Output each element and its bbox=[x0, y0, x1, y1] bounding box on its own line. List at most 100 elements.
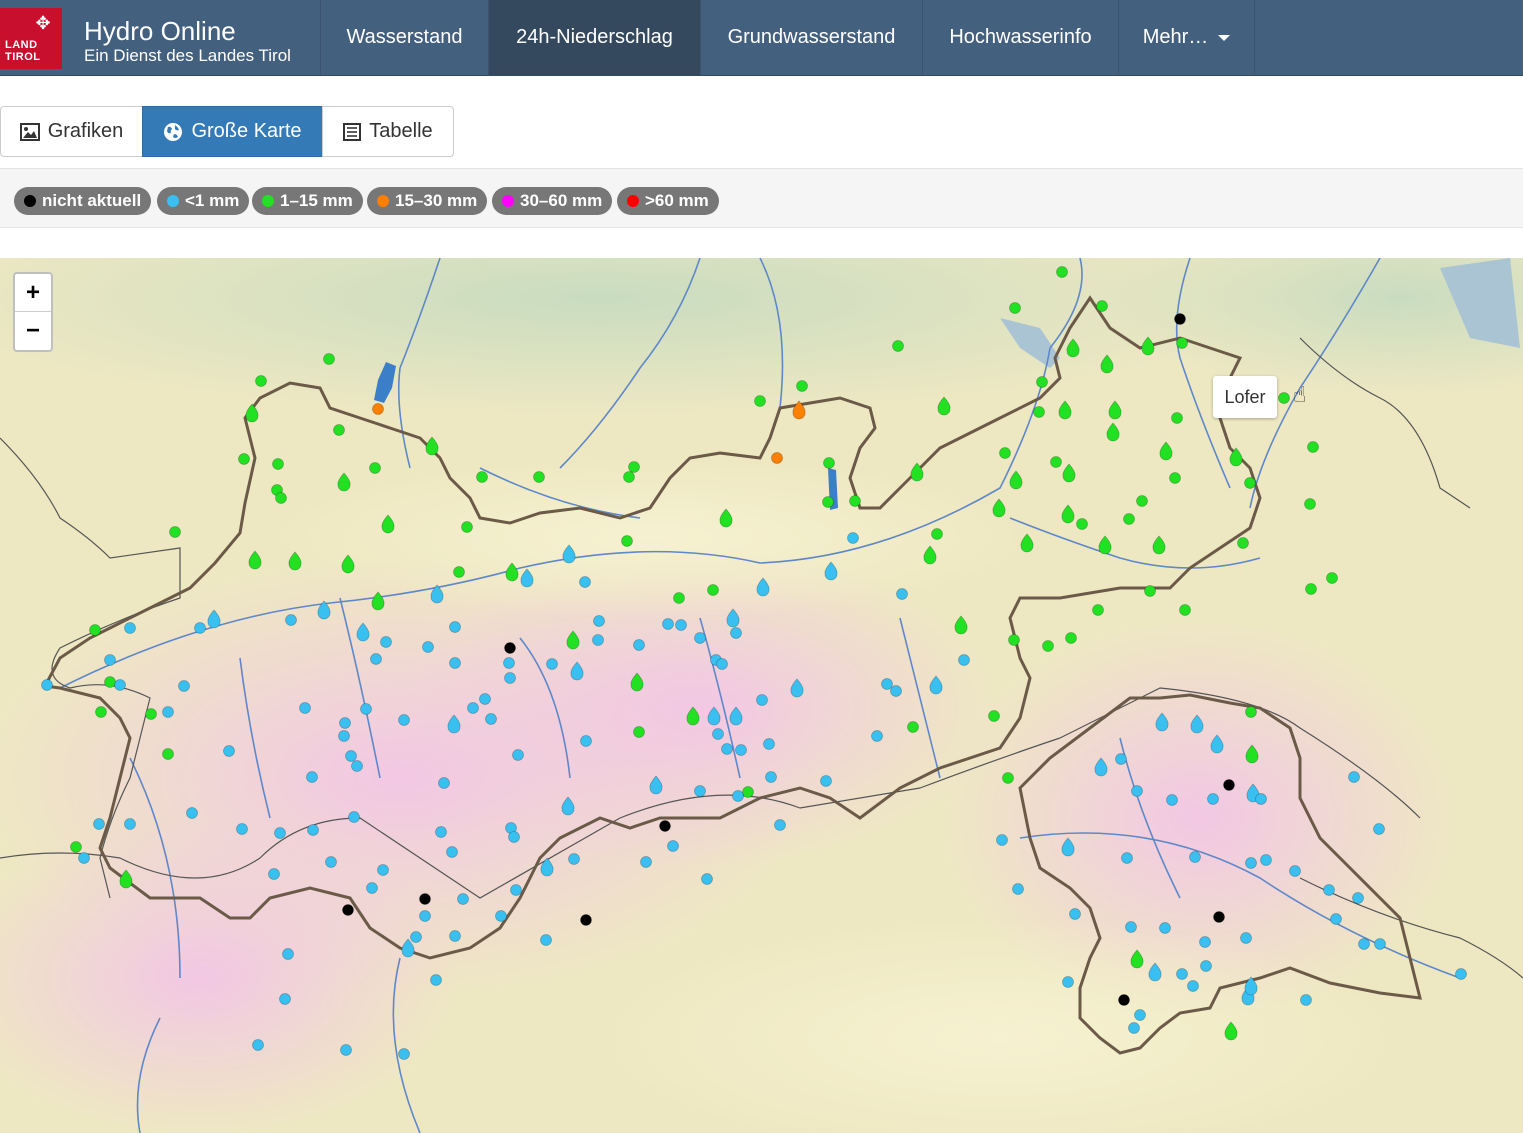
station-marker[interactable] bbox=[268, 868, 280, 880]
station-marker[interactable] bbox=[756, 694, 768, 706]
legend-15-30[interactable]: 15–30 mm bbox=[367, 187, 488, 215]
station-marker[interactable] bbox=[849, 495, 861, 507]
station-marker[interactable] bbox=[1056, 266, 1068, 278]
station-marker[interactable] bbox=[1062, 976, 1074, 988]
station-marker[interactable] bbox=[774, 819, 786, 831]
station-marker[interactable] bbox=[694, 785, 706, 797]
station-marker[interactable] bbox=[510, 884, 522, 896]
station-marker[interactable] bbox=[1171, 412, 1183, 424]
station-marker[interactable] bbox=[1042, 640, 1054, 652]
station-marker[interactable] bbox=[1245, 857, 1257, 869]
station-marker[interactable] bbox=[1118, 994, 1130, 1006]
station-marker[interactable] bbox=[1330, 913, 1342, 925]
station-marker[interactable] bbox=[621, 535, 633, 547]
station-marker[interactable] bbox=[1189, 851, 1201, 863]
station-marker[interactable] bbox=[540, 934, 552, 946]
station-marker[interactable] bbox=[999, 447, 1011, 459]
station-marker[interactable] bbox=[1050, 456, 1062, 468]
station-marker[interactable] bbox=[1008, 634, 1020, 646]
station-marker[interactable] bbox=[707, 584, 719, 596]
station-marker[interactable] bbox=[996, 834, 1008, 846]
station-marker[interactable] bbox=[1213, 911, 1225, 923]
station-marker[interactable] bbox=[1289, 865, 1301, 877]
station-marker[interactable] bbox=[633, 726, 645, 738]
station-marker[interactable] bbox=[340, 1044, 352, 1056]
station-marker[interactable] bbox=[1121, 852, 1133, 864]
station-marker[interactable] bbox=[1092, 604, 1104, 616]
station-marker[interactable] bbox=[255, 375, 267, 387]
station-marker[interactable] bbox=[419, 893, 431, 905]
station-marker[interactable] bbox=[1136, 495, 1148, 507]
station-marker[interactable] bbox=[70, 841, 82, 853]
station-marker[interactable] bbox=[823, 457, 835, 469]
station-marker[interactable] bbox=[1012, 883, 1024, 895]
station-marker[interactable] bbox=[847, 532, 859, 544]
station-marker[interactable] bbox=[1373, 823, 1385, 835]
station-marker[interactable] bbox=[1374, 938, 1386, 950]
station-marker[interactable] bbox=[580, 914, 592, 926]
station-marker[interactable] bbox=[504, 672, 516, 684]
legend-gt60[interactable]: >60 mm bbox=[617, 187, 719, 215]
station-marker[interactable] bbox=[461, 521, 473, 533]
brand[interactable]: ✥ LAND TIROL Hydro Online Ein Dienst des… bbox=[0, 0, 320, 75]
station-marker[interactable] bbox=[1166, 794, 1178, 806]
station-marker[interactable] bbox=[1169, 472, 1181, 484]
station-marker[interactable] bbox=[372, 403, 384, 415]
station-marker[interactable] bbox=[223, 745, 235, 757]
station-marker[interactable] bbox=[1244, 477, 1256, 489]
nav-wasserstand[interactable]: Wasserstand bbox=[320, 0, 488, 75]
station-marker[interactable] bbox=[398, 1048, 410, 1060]
station-marker[interactable] bbox=[1134, 1009, 1146, 1021]
station-marker[interactable] bbox=[1159, 922, 1171, 934]
station-marker[interactable] bbox=[124, 622, 136, 634]
station-marker[interactable] bbox=[93, 818, 105, 830]
station-marker[interactable] bbox=[701, 873, 713, 885]
station-marker[interactable] bbox=[892, 340, 904, 352]
station-marker[interactable] bbox=[476, 471, 488, 483]
station-marker[interactable] bbox=[1278, 392, 1290, 404]
station-marker[interactable] bbox=[339, 717, 351, 729]
grafiken-button[interactable]: Grafiken bbox=[0, 106, 143, 157]
station-marker[interactable] bbox=[370, 653, 382, 665]
station-marker[interactable] bbox=[104, 676, 116, 688]
station-marker[interactable] bbox=[1179, 604, 1191, 616]
station-marker[interactable] bbox=[78, 852, 90, 864]
zoom-out-button[interactable]: − bbox=[15, 312, 51, 350]
station-marker[interactable] bbox=[640, 856, 652, 868]
station-marker[interactable] bbox=[398, 714, 410, 726]
station-marker[interactable] bbox=[338, 730, 350, 742]
station-marker[interactable] bbox=[419, 910, 431, 922]
station-marker[interactable] bbox=[512, 749, 524, 761]
station-marker[interactable] bbox=[124, 818, 136, 830]
station-marker[interactable] bbox=[735, 744, 747, 756]
station-marker[interactable] bbox=[162, 706, 174, 718]
station-marker[interactable] bbox=[730, 627, 742, 639]
station-marker[interactable] bbox=[742, 786, 754, 798]
station-marker[interactable] bbox=[323, 353, 335, 365]
station-marker[interactable] bbox=[546, 658, 558, 670]
station-marker[interactable] bbox=[114, 679, 126, 691]
station-marker[interactable] bbox=[1115, 753, 1127, 765]
station-marker[interactable] bbox=[252, 1039, 264, 1051]
station-marker[interactable] bbox=[299, 702, 311, 714]
station-marker[interactable] bbox=[988, 710, 1000, 722]
station-marker[interactable] bbox=[1176, 968, 1188, 980]
station-marker[interactable] bbox=[342, 904, 354, 916]
station-marker[interactable] bbox=[1036, 376, 1048, 388]
station-marker[interactable] bbox=[1326, 572, 1338, 584]
station-marker[interactable] bbox=[675, 619, 687, 631]
station-marker[interactable] bbox=[41, 679, 53, 691]
station-marker[interactable] bbox=[422, 641, 434, 653]
station-marker[interactable] bbox=[1065, 632, 1077, 644]
station-marker[interactable] bbox=[95, 706, 107, 718]
station-marker[interactable] bbox=[796, 380, 808, 392]
station-marker[interactable] bbox=[881, 678, 893, 690]
station-marker[interactable] bbox=[1187, 980, 1199, 992]
station-marker[interactable] bbox=[871, 730, 883, 742]
station-marker[interactable] bbox=[1455, 968, 1467, 980]
station-marker[interactable] bbox=[495, 910, 507, 922]
station-marker[interactable] bbox=[1076, 518, 1088, 530]
station-marker[interactable] bbox=[162, 748, 174, 760]
station-marker[interactable] bbox=[238, 453, 250, 465]
station-marker[interactable] bbox=[1033, 406, 1045, 418]
